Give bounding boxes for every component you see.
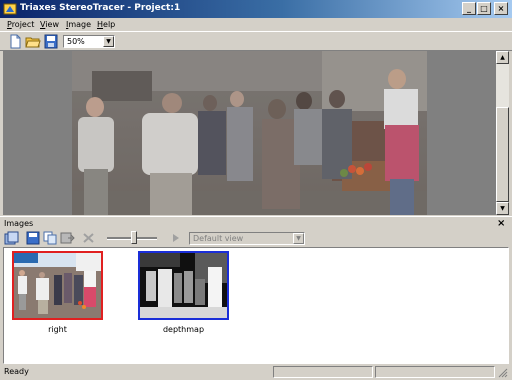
- export-image-icon[interactable]: [60, 231, 75, 245]
- open-project-icon[interactable]: [25, 34, 41, 49]
- thumbnails-area: right depthmap: [3, 247, 509, 364]
- images-toolbar: Default view ▼: [0, 230, 512, 247]
- right-image: [14, 253, 101, 318]
- minimize-button[interactable]: _: [462, 2, 476, 15]
- image-view[interactable]: [3, 51, 496, 215]
- maximize-button[interactable]: □: [477, 2, 491, 15]
- delete-icon[interactable]: [81, 231, 96, 245]
- view-select-value: Default view: [193, 234, 244, 243]
- app-icon: [3, 3, 17, 15]
- status-pane: [273, 366, 373, 378]
- thumbnail-label-right: right: [48, 325, 67, 334]
- close-icon[interactable]: ×: [497, 218, 505, 229]
- new-project-icon[interactable]: [7, 34, 23, 49]
- scroll-down-icon[interactable]: ▼: [496, 202, 509, 215]
- images-panel-header: Images ×: [0, 216, 512, 230]
- thumbnail-label-depthmap: depthmap: [162, 325, 205, 334]
- stereo-preview-image: [72, 51, 427, 215]
- menu-view[interactable]: View: [40, 19, 59, 30]
- status-bar: Ready: [0, 364, 512, 380]
- status-pane: [375, 366, 495, 378]
- scroll-up-icon[interactable]: ▲: [496, 51, 509, 64]
- scroll-thumb[interactable]: [496, 107, 509, 202]
- chevron-down-icon[interactable]: ▼: [103, 36, 114, 47]
- resize-grip-icon[interactable]: [498, 368, 508, 378]
- close-button[interactable]: ×: [494, 2, 508, 15]
- thumbnail-right[interactable]: [12, 251, 103, 320]
- app-window: Triaxes StereoTracer - Project:1 _ □ × P…: [0, 0, 512, 380]
- copy-image-icon[interactable]: [43, 231, 58, 245]
- play-icon[interactable]: [168, 231, 183, 245]
- save-project-icon[interactable]: [43, 34, 59, 49]
- zoom-select[interactable]: 50% ▼: [63, 35, 115, 48]
- vertical-scrollbar[interactable]: ▲ ▼: [496, 51, 509, 215]
- title-bar[interactable]: Triaxes StereoTracer - Project:1 _ □ ×: [0, 0, 512, 18]
- window-title: Triaxes StereoTracer - Project:1: [20, 3, 181, 13]
- save-image-icon[interactable]: [26, 231, 41, 245]
- menu-image[interactable]: Image: [66, 19, 91, 30]
- chevron-down-icon[interactable]: ▼: [293, 233, 304, 244]
- images-panel-title: Images: [4, 219, 34, 228]
- menu-help[interactable]: Help: [97, 19, 115, 30]
- menu-bar: Project View Image Help: [0, 18, 512, 31]
- slider-thumb[interactable]: [131, 231, 137, 244]
- add-image-icon[interactable]: [4, 231, 19, 245]
- status-text: Ready: [4, 367, 29, 376]
- main-toolbar: 50% ▼: [0, 31, 512, 51]
- zoom-value: 50%: [67, 37, 85, 46]
- thumbnail-depthmap[interactable]: [138, 251, 229, 320]
- menu-project[interactable]: Project: [7, 19, 34, 30]
- depthmap-image: [140, 253, 227, 318]
- view-select[interactable]: Default view ▼: [189, 232, 305, 245]
